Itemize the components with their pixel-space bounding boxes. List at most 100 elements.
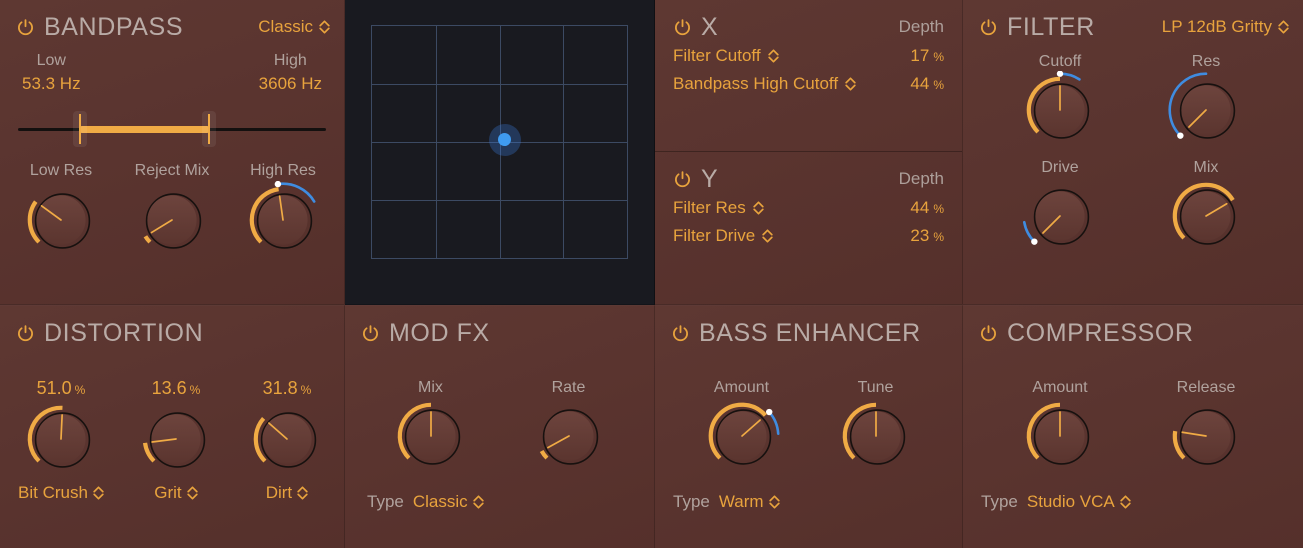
chevron-updown-icon [187,485,198,501]
mod-group-x: X Depth Filter Cutoff 17 % Bandpass High… [655,0,962,151]
knob-dial[interactable] [22,181,100,259]
panel-bandpass: BANDPASS Classic Low 53.3 Hz High 3606 H… [0,0,345,305]
knob-modfx-rate: Rate [530,378,608,480]
knob-dial[interactable] [22,400,100,478]
mod-y-depth-label: Depth [899,169,944,189]
knob-value: 13.6% [137,378,215,400]
grid-line-h [372,84,627,85]
knob-label: Tune [837,378,915,397]
power-icon[interactable] [979,324,998,343]
panel-bass-enhancer: BASS ENHANCER Amount Tune Type Warm [655,305,963,548]
mod-depth-value[interactable]: 17 % [910,46,944,66]
knob-label: Dirt [266,483,292,503]
chevron-updown-icon [769,494,780,510]
knob-dial[interactable] [137,400,215,478]
knob-dial[interactable] [530,397,608,475]
knob-dial[interactable] [392,397,470,475]
mod-x-title: X [701,15,718,40]
panel-xy-pad[interactable] [345,0,655,305]
xy-pad-handle[interactable] [489,124,521,156]
chevron-updown-icon [1278,19,1289,35]
power-icon[interactable] [16,18,35,37]
knob-dial[interactable] [133,181,211,259]
mod-row[interactable]: Filter Cutoff 17 % [655,42,962,70]
compressor-knob-row: Amount Release [963,378,1303,480]
mod-depth-number: 23 [910,226,929,246]
distortion-header: DISTORTION [0,306,344,350]
knob-res: Res [1167,52,1245,154]
mod-depth-value[interactable]: 23 % [910,226,944,246]
knob-comp-release: Release [1167,378,1245,480]
knob-value-unit: % [75,383,86,397]
knob-dial[interactable] [1167,177,1245,255]
knob-label: High Res [244,161,322,180]
knob-dial[interactable] [1021,397,1099,475]
bandpass-header: BANDPASS Classic [0,0,344,44]
chevron-updown-icon[interactable] [845,76,856,92]
knob-bit-crush: 51.0% Bit Crush [18,378,104,503]
knob-dial[interactable] [1021,71,1099,149]
filter-mode-dropdown[interactable]: LP 12dB Gritty [1162,17,1289,37]
power-icon[interactable] [16,324,35,343]
compressor-header: COMPRESSOR [963,306,1303,350]
power-icon[interactable] [671,324,690,343]
knob-dial[interactable] [1021,177,1099,255]
slider-handle-high[interactable] [202,111,216,147]
knob-low-res: Low Res [22,161,100,263]
mod-group-y: Y Depth Filter Res 44 % Filter Drive [655,151,962,250]
knob-label: Amount [1021,378,1099,397]
modfx-type-dropdown[interactable]: Classic [413,492,484,512]
knob-reject-mix: Reject Mix [133,161,211,263]
bandpass-mode-dropdown[interactable]: Classic [258,17,330,37]
power-icon[interactable] [673,170,692,189]
xy-pad-surface[interactable] [371,25,628,259]
slider-handle-low[interactable] [73,111,87,147]
mod-target-name: Filter Cutoff [673,46,761,66]
chevron-updown-icon[interactable] [762,228,773,244]
mod-depth-number: 17 [910,46,929,66]
bass-type-dropdown[interactable]: Warm [719,492,780,512]
knob-dial[interactable] [1167,71,1245,149]
bass-knob-row: Amount Tune [655,378,962,480]
filter-title: FILTER [1007,15,1095,40]
bandpass-high: High 3606 Hz [259,50,322,95]
knob-dial[interactable] [837,397,915,475]
power-icon[interactable] [673,18,692,37]
knob-value-number: 51.0 [37,378,72,398]
chevron-updown-icon [297,485,308,501]
chevron-updown-icon[interactable] [768,48,779,64]
plugin-window: BANDPASS Classic Low 53.3 Hz High 3606 H… [0,0,1303,548]
distortion-type-1-dropdown[interactable]: Grit [137,483,215,503]
mod-depth-value[interactable]: 44 % [910,74,944,94]
mod-row[interactable]: Bandpass High Cutoff 44 % [655,70,962,98]
mod-depth-unit: % [933,202,944,216]
mod-depth-value[interactable]: 44 % [910,198,944,218]
mod-target-name: Filter Res [673,198,746,218]
knob-label: Mix [1167,158,1245,177]
knob-dirt: 31.8% Dirt [248,378,326,503]
knob-label: Bit Crush [18,483,88,503]
grid-line-h [372,200,627,201]
mod-row[interactable]: Filter Drive 23 % [655,222,962,250]
power-icon[interactable] [979,18,998,37]
bandpass-high-value[interactable]: 3606 Hz [259,72,322,96]
bandpass-range-slider[interactable] [18,111,326,147]
mod-target-name: Bandpass High Cutoff [673,74,838,94]
mod-row[interactable]: Filter Res 44 % [655,194,962,222]
compressor-type-dropdown[interactable]: Studio VCA [1027,492,1131,512]
panel-filter: FILTER LP 12dB Gritty Cutoff Res [963,0,1303,305]
knob-dial[interactable] [703,397,781,475]
knob-label: Release [1167,378,1245,397]
power-icon[interactable] [361,324,380,343]
bass-type-row: Type Warm [655,480,962,512]
knob-dial[interactable] [1167,397,1245,475]
knob-high-res: High Res [244,161,322,263]
distortion-type-2-dropdown[interactable]: Dirt [248,483,326,503]
knob-dial[interactable] [244,181,322,259]
mod-target-name: Filter Drive [673,226,755,246]
knob-label: Cutoff [1021,52,1099,71]
knob-dial[interactable] [248,400,326,478]
chevron-updown-icon[interactable] [753,200,764,216]
distortion-type-0-dropdown[interactable]: Bit Crush [18,483,104,503]
bandpass-low-value[interactable]: 53.3 Hz [22,72,81,96]
